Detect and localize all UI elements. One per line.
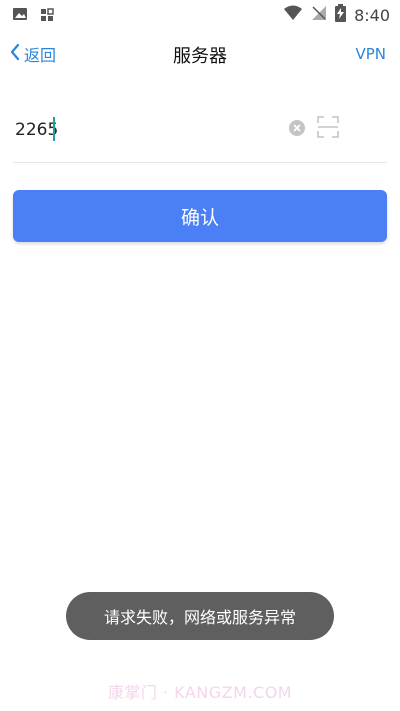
- error-toast: 请求失败，网络或服务异常: [66, 592, 334, 640]
- text-caret: [53, 117, 55, 141]
- nav-bar: 返回 服务器 VPN: [0, 28, 400, 82]
- status-left: [12, 6, 54, 26]
- toast-message: 请求失败，网络或服务异常: [103, 608, 296, 627]
- clear-icon[interactable]: [288, 119, 306, 141]
- image-icon: [12, 6, 28, 26]
- page-title: 服务器: [173, 46, 227, 67]
- vpn-link[interactable]: VPN: [355, 45, 386, 63]
- status-bar: 8:40: [0, 0, 400, 28]
- no-signal-icon: [311, 5, 327, 25]
- server-input-row: [13, 100, 387, 163]
- status-time: 8:40: [354, 5, 390, 25]
- scan-icon[interactable]: [317, 116, 339, 142]
- confirm-button[interactable]: 确认: [13, 190, 387, 242]
- wifi-icon: [283, 5, 303, 25]
- status-right: 8:40: [283, 4, 390, 26]
- qr-grid-icon: [40, 7, 54, 26]
- battery-charging-icon: [335, 4, 347, 26]
- watermark: 康掌门 · KANGZM.COM: [107, 683, 293, 702]
